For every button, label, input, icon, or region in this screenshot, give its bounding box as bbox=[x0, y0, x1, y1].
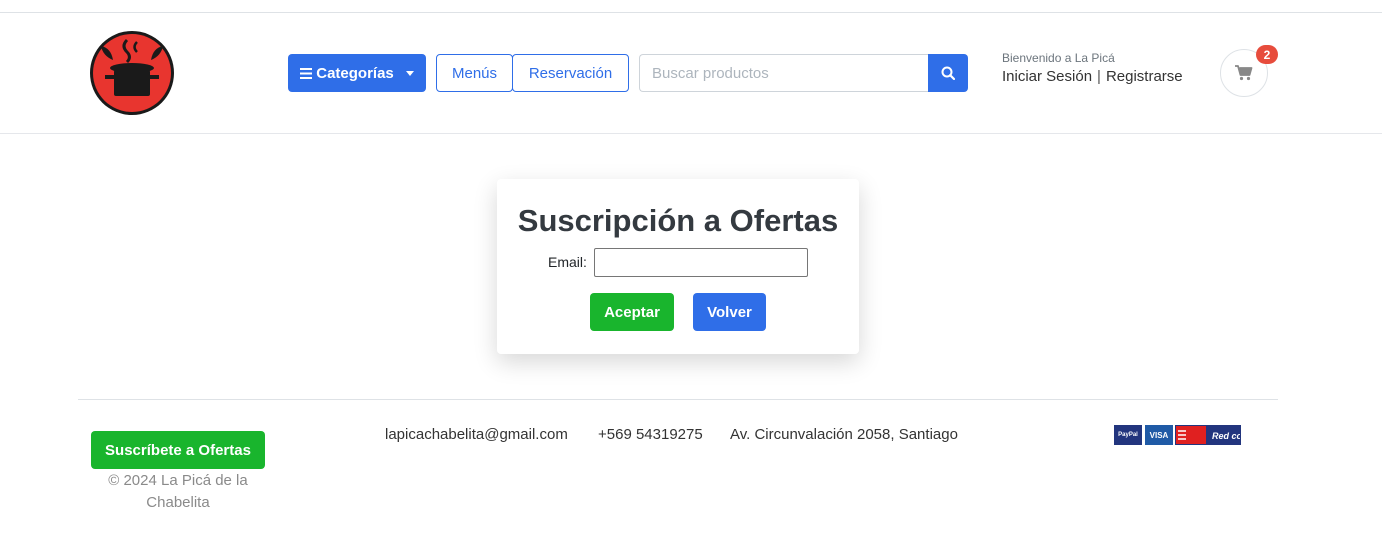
welcome-text: Bienvenido a La Picá bbox=[1002, 51, 1115, 65]
top-divider bbox=[0, 12, 1382, 13]
search-button[interactable] bbox=[928, 54, 968, 92]
visa-logo: VISA bbox=[1145, 425, 1173, 445]
footer-divider bbox=[78, 399, 1278, 400]
email-label: Email: bbox=[548, 254, 587, 270]
login-link[interactable]: Iniciar Sesión bbox=[1002, 68, 1092, 85]
categories-dropdown-button[interactable]: Categorías bbox=[288, 54, 426, 92]
bars-icon bbox=[300, 67, 313, 79]
redcompra-mark: Red compra bbox=[1176, 426, 1240, 444]
subscription-title: Suscripción a Ofertas bbox=[517, 203, 839, 238]
paypal-logo: PayPal bbox=[1114, 425, 1142, 445]
reservation-button[interactable]: Reservación bbox=[512, 54, 629, 92]
back-button[interactable]: Volver bbox=[693, 293, 766, 331]
subscription-card: Suscripción a Ofertas Email: Aceptar Vol… bbox=[497, 179, 859, 354]
accept-button[interactable]: Aceptar bbox=[590, 293, 674, 331]
footer-phone: +569 54319275 bbox=[598, 426, 703, 443]
auth-links: Iniciar Sesión | Registrarse bbox=[1002, 68, 1183, 85]
paypal-label: PayPal bbox=[1118, 432, 1138, 438]
shopping-cart-icon bbox=[1235, 65, 1253, 81]
search-icon bbox=[941, 66, 955, 80]
cart-count-badge: 2 bbox=[1256, 45, 1278, 64]
copyright-text: © 2024 La Picá de la Chabelita bbox=[108, 472, 248, 511]
site-logo[interactable] bbox=[89, 30, 175, 116]
header-divider bbox=[0, 133, 1382, 134]
auth-separator: | bbox=[1097, 68, 1101, 85]
footer-address: Av. Circunvalación 2058, Santiago bbox=[730, 426, 958, 443]
visa-label: VISA bbox=[1149, 430, 1169, 440]
redcompra-logo: Red compra bbox=[1175, 425, 1241, 445]
email-field[interactable] bbox=[594, 248, 808, 277]
footer-email: lapicachabelita@gmail.com bbox=[385, 426, 568, 443]
register-link[interactable]: Registrarse bbox=[1106, 68, 1183, 85]
cooking-pot-logo-icon bbox=[90, 31, 174, 115]
subscribe-offers-button[interactable]: Suscríbete a Ofertas bbox=[91, 431, 265, 469]
search-input[interactable] bbox=[639, 54, 929, 92]
redcompra-label: Red compra bbox=[1212, 431, 1240, 441]
categories-label: Categorías bbox=[316, 64, 394, 82]
menus-button[interactable]: Menús bbox=[436, 54, 513, 92]
caret-down-icon bbox=[405, 70, 414, 76]
